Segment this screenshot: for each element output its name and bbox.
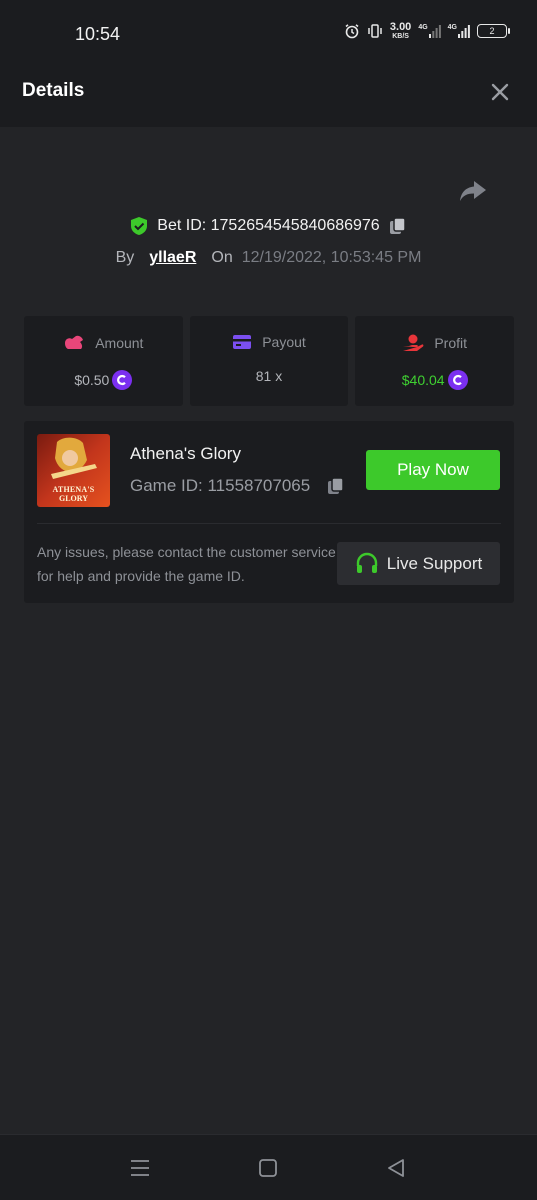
profit-value: $40.04: [401, 372, 445, 388]
stat-value: $40.04: [402, 370, 468, 390]
system-nav-bar: [0, 1134, 537, 1200]
stat-amount: Amount $0.50: [24, 316, 183, 406]
issue-text: Any issues, please contact the customer …: [37, 544, 336, 584]
status-icons: 3.00 KB/S 4G 4G 2: [344, 21, 510, 41]
battery-icon: 2: [477, 24, 510, 38]
signal-icon: [428, 25, 441, 38]
copy-icon[interactable]: [326, 476, 346, 496]
close-icon[interactable]: [489, 81, 511, 103]
hand-coin-icon: [403, 334, 424, 351]
bet-meta-row: By yllaeR On 12/19/2022, 10:53:45 PM: [0, 249, 537, 267]
divider: [37, 523, 501, 524]
game-thumbnail[interactable]: ATHENA'S GLORY: [37, 434, 110, 507]
stat-value: $0.50: [74, 370, 133, 390]
details-header: Details: [0, 54, 537, 127]
headset-icon: [356, 552, 377, 573]
svg-text:ATHENA'S: ATHENA'S: [53, 485, 95, 494]
payout-value: 81 x: [255, 368, 283, 384]
page-title: Details: [22, 80, 85, 101]
shield-check-icon: [131, 217, 148, 235]
live-support-button[interactable]: Live Support: [337, 542, 500, 585]
svg-text:GLORY: GLORY: [59, 494, 88, 503]
battery-level: 2: [489, 26, 495, 36]
bet-id: Bet ID: 1752654545840686976: [157, 217, 380, 234]
amount-value: $0.50: [74, 372, 110, 388]
menu-icon[interactable]: [129, 1157, 151, 1179]
stat-profit: Profit $40.04: [355, 316, 515, 406]
network-2-label: 4G: [447, 24, 457, 31]
vibrate-icon: [368, 24, 382, 38]
username-link[interactable]: yllaeR: [149, 249, 196, 267]
stat-label: Payout: [262, 334, 306, 350]
network-1: 4G: [418, 24, 441, 38]
home-icon[interactable]: [257, 1157, 279, 1179]
play-now-button[interactable]: Play Now: [366, 450, 500, 490]
stat-label: Amount: [95, 335, 144, 351]
game-name: Athena's Glory: [130, 444, 241, 463]
on-label: On: [211, 249, 233, 266]
network-speed-unit: KB/S: [392, 33, 409, 40]
share-icon[interactable]: [458, 178, 488, 204]
bet-id-row: Bet ID: 1752654545840686976: [0, 216, 537, 236]
signal-icon: [458, 25, 470, 38]
network-speed-value: 3.00: [389, 21, 412, 33]
network-2: 4G: [448, 24, 470, 38]
alarm-icon: [345, 24, 359, 39]
stat-payout: Payout 81 x: [189, 316, 349, 406]
game-id-row: Game ID: 11558707065: [130, 476, 346, 496]
game-id: Game ID: 11558707065: [130, 476, 311, 495]
game-card: ATHENA'S GLORY Athena's Glory Game ID: 1…: [24, 421, 514, 603]
card-icon: [233, 335, 252, 349]
stat-label: Profit: [434, 335, 468, 351]
back-icon[interactable]: [385, 1157, 407, 1179]
copy-icon[interactable]: [388, 216, 408, 236]
coin-c-icon: [112, 370, 133, 390]
network-1-label: 4G: [418, 24, 428, 31]
live-support-label: Live Support: [386, 553, 483, 573]
bet-date: 12/19/2022, 10:53:45 PM: [241, 249, 422, 266]
bet-stats: Amount $0.50 Payout 81 x Profit $40.04: [24, 316, 515, 406]
status-bar: 10:54 3.00 KB/S 4G 4G 2: [0, 0, 537, 54]
coins-icon: [65, 335, 84, 349]
coin-c-icon: [447, 370, 468, 390]
by-label: By: [115, 249, 135, 266]
stat-value: 81 x: [256, 368, 282, 384]
network-speed: 3.00 KB/S: [389, 21, 412, 41]
status-time: 10:54: [75, 24, 121, 44]
